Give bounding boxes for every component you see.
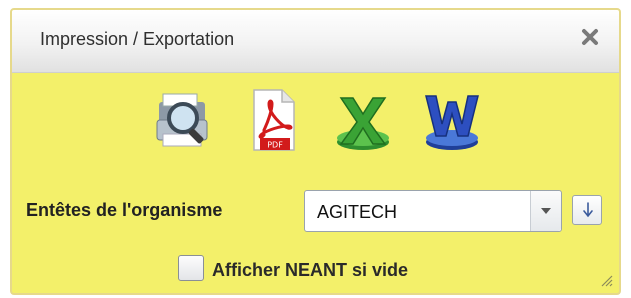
chevron-down-icon xyxy=(541,208,551,214)
show-neant-checkbox[interactable] xyxy=(178,255,204,281)
arrow-down-icon xyxy=(583,202,593,218)
close-icon[interactable] xyxy=(579,26,601,48)
sort-down-button[interactable] xyxy=(572,195,602,225)
dialog-title: Impression / Exportation xyxy=(40,29,235,49)
pdf-badge-text: PDF xyxy=(267,141,283,150)
pdf-icon[interactable]: PDF xyxy=(238,84,310,156)
word-icon[interactable] xyxy=(416,84,488,156)
show-neant-label[interactable]: Afficher NEANT si vide xyxy=(212,260,408,281)
header-org-label: Entêtes de l'organisme xyxy=(26,200,223,220)
header-org-value: AGITECH xyxy=(317,202,398,222)
print-preview-icon[interactable] xyxy=(149,84,221,156)
export-dialog: Impression / Exportation PDF Entêtes de … xyxy=(10,8,621,295)
dialog-titlebar[interactable]: Impression / Exportation xyxy=(12,10,619,73)
export-icon-bar: PDF xyxy=(12,84,619,164)
excel-icon[interactable] xyxy=(327,84,399,156)
dropdown-button[interactable] xyxy=(530,191,561,231)
resize-grip-icon[interactable] xyxy=(599,273,613,287)
header-org-select[interactable]: AGITECH xyxy=(304,190,562,232)
